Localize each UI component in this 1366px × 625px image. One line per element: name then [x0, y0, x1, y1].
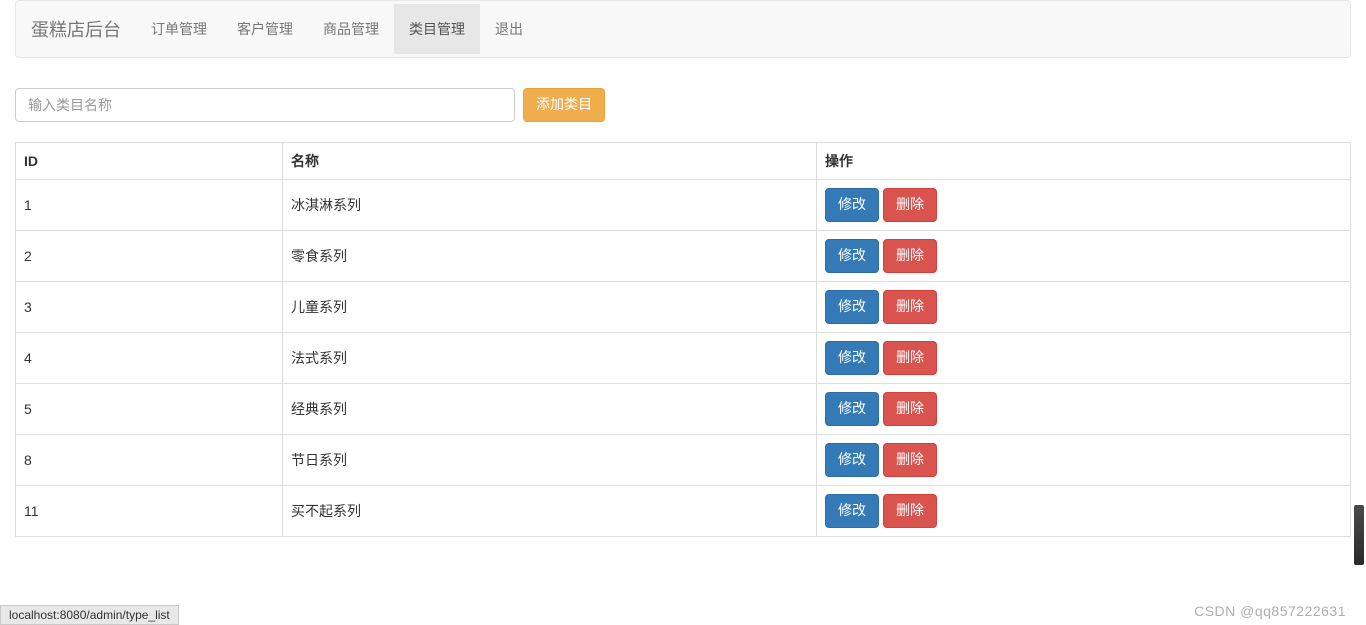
delete-button[interactable]: 删除	[883, 290, 937, 324]
cell-id: 2	[16, 230, 283, 281]
nav-item-4[interactable]: 退出	[480, 4, 538, 54]
nav-item-3[interactable]: 类目管理	[394, 4, 480, 54]
delete-button[interactable]: 删除	[883, 341, 937, 375]
navbar-brand[interactable]: 蛋糕店后台	[16, 1, 136, 57]
table-row: 1冰淇淋系列修改删除	[16, 180, 1351, 231]
table-row: 3儿童系列修改删除	[16, 281, 1351, 332]
delete-button[interactable]: 删除	[883, 188, 937, 222]
delete-button[interactable]: 删除	[883, 443, 937, 477]
table-row: 8节日系列修改删除	[16, 434, 1351, 485]
cell-name: 零食系列	[283, 230, 817, 281]
edit-button[interactable]: 修改	[825, 341, 879, 375]
add-category-form: 添加类目	[15, 88, 1351, 122]
cell-op: 修改删除	[817, 332, 1351, 383]
navbar: 蛋糕店后台 订单管理客户管理商品管理类目管理退出	[15, 0, 1351, 58]
col-header-name: 名称	[283, 143, 817, 180]
delete-button[interactable]: 删除	[883, 392, 937, 426]
cell-id: 11	[16, 485, 283, 536]
status-bar: localhost:8080/admin/type_list	[0, 605, 179, 625]
cell-op: 修改删除	[817, 180, 1351, 231]
nav-link[interactable]: 客户管理	[222, 4, 308, 54]
cell-name: 买不起系列	[283, 485, 817, 536]
category-table: ID 名称 操作 1冰淇淋系列修改删除2零食系列修改删除3儿童系列修改删除4法式…	[15, 142, 1351, 537]
cell-name: 儿童系列	[283, 281, 817, 332]
edit-button[interactable]: 修改	[825, 392, 879, 426]
delete-button[interactable]: 删除	[883, 239, 937, 273]
nav-list: 订单管理客户管理商品管理类目管理退出	[136, 4, 538, 54]
col-header-id: ID	[16, 143, 283, 180]
cell-id: 8	[16, 434, 283, 485]
table-row: 2零食系列修改删除	[16, 230, 1351, 281]
cell-id: 1	[16, 180, 283, 231]
edit-button[interactable]: 修改	[825, 494, 879, 528]
table-row: 4法式系列修改删除	[16, 332, 1351, 383]
delete-button[interactable]: 删除	[883, 494, 937, 528]
cell-op: 修改删除	[817, 383, 1351, 434]
nav-item-2[interactable]: 商品管理	[308, 4, 394, 54]
cell-name: 节日系列	[283, 434, 817, 485]
nav-link[interactable]: 订单管理	[136, 4, 222, 54]
edit-button[interactable]: 修改	[825, 188, 879, 222]
cell-op: 修改删除	[817, 434, 1351, 485]
nav-link[interactable]: 类目管理	[394, 4, 480, 54]
nav-link[interactable]: 商品管理	[308, 4, 394, 54]
nav-link[interactable]: 退出	[480, 4, 538, 54]
category-table-body: 1冰淇淋系列修改删除2零食系列修改删除3儿童系列修改删除4法式系列修改删除5经典…	[16, 180, 1351, 537]
table-row: 5经典系列修改删除	[16, 383, 1351, 434]
cell-name: 冰淇淋系列	[283, 180, 817, 231]
col-header-op: 操作	[817, 143, 1351, 180]
cell-name: 法式系列	[283, 332, 817, 383]
nav-item-0[interactable]: 订单管理	[136, 4, 222, 54]
edit-button[interactable]: 修改	[825, 443, 879, 477]
cell-id: 3	[16, 281, 283, 332]
cell-op: 修改删除	[817, 230, 1351, 281]
watermark: CSDN @qq857222631	[1194, 603, 1346, 619]
cell-name: 经典系列	[283, 383, 817, 434]
add-category-button[interactable]: 添加类目	[523, 88, 605, 122]
edit-button[interactable]: 修改	[825, 290, 879, 324]
edit-button[interactable]: 修改	[825, 239, 879, 273]
cell-op: 修改删除	[817, 281, 1351, 332]
cell-op: 修改删除	[817, 485, 1351, 536]
table-row: 11买不起系列修改删除	[16, 485, 1351, 536]
nav-item-1[interactable]: 客户管理	[222, 4, 308, 54]
cell-id: 5	[16, 383, 283, 434]
cell-id: 4	[16, 332, 283, 383]
category-name-input[interactable]	[15, 88, 515, 122]
scroll-indicator	[1354, 505, 1364, 565]
